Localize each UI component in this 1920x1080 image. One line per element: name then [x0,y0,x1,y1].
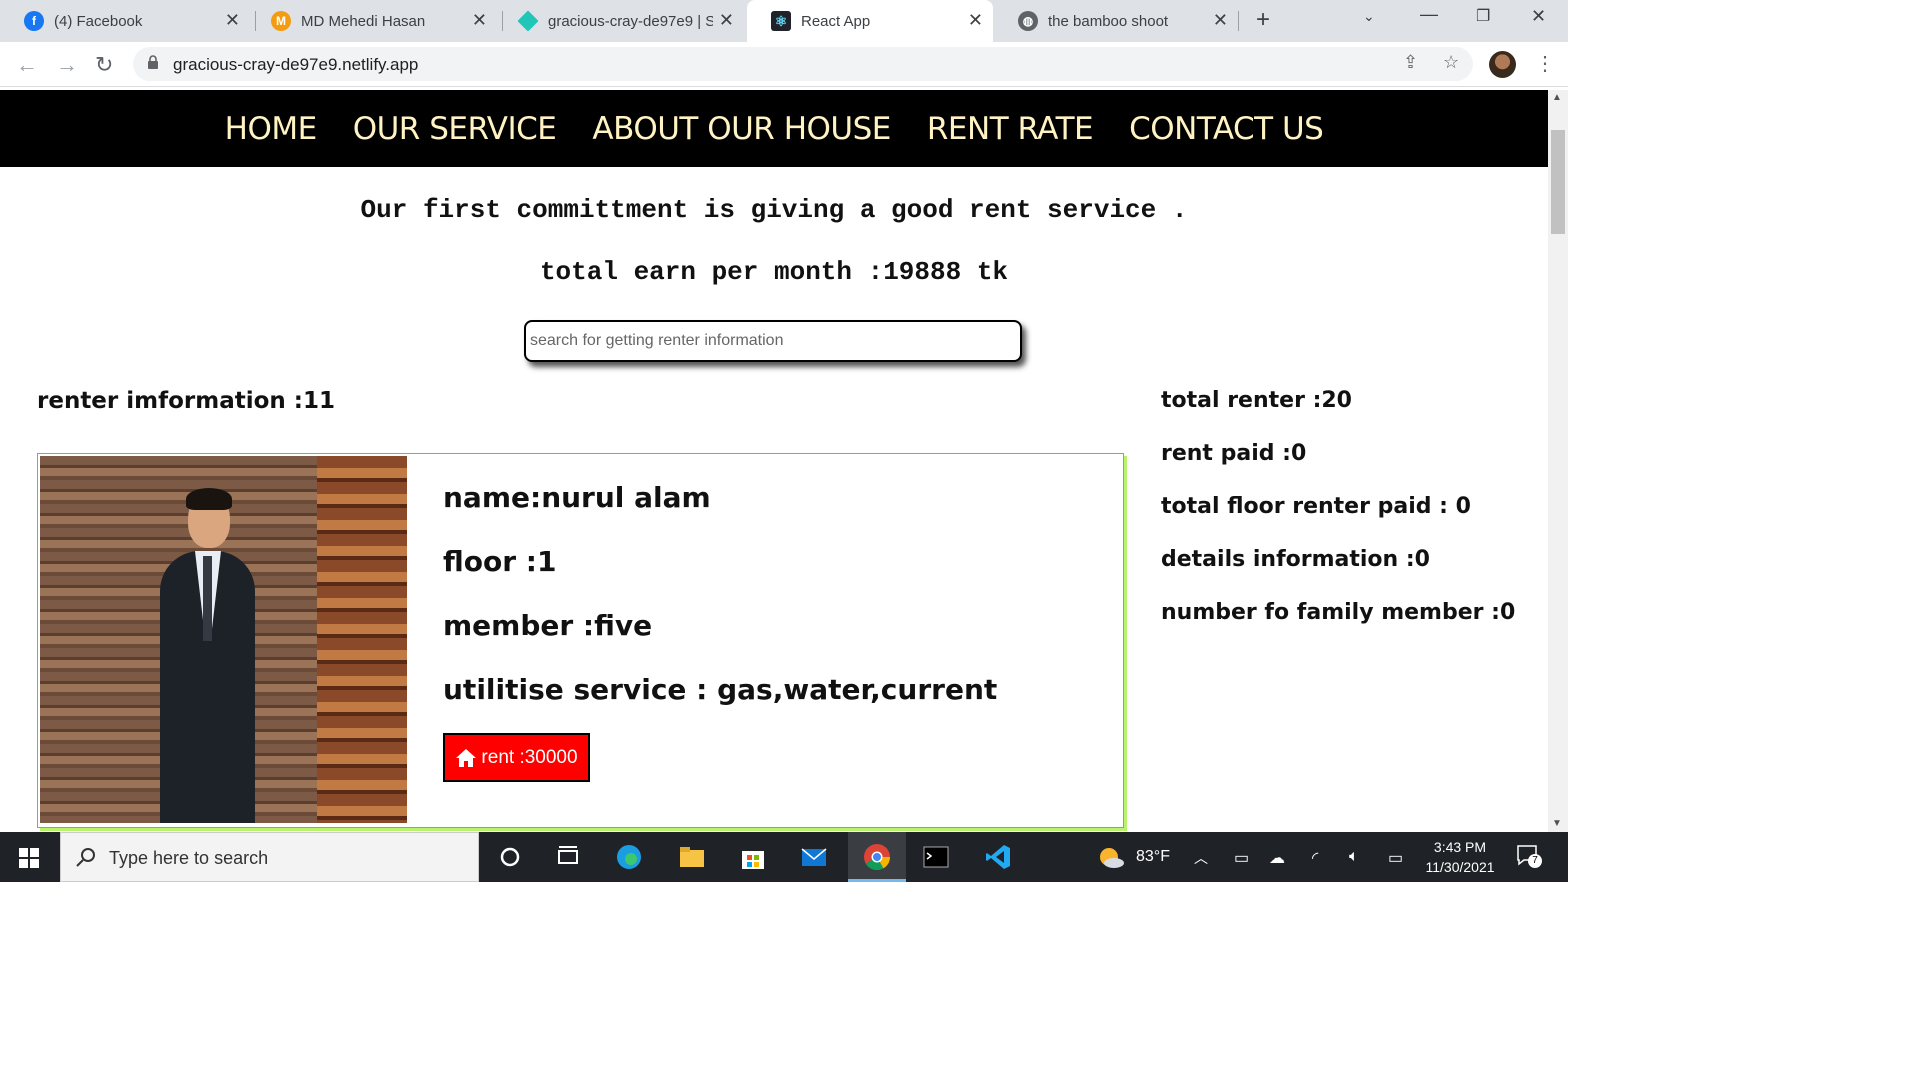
tray-overflow-icon[interactable]: ︿ [1194,848,1208,868]
edge-icon[interactable] [616,844,642,870]
address-bar[interactable]: gracious-cray-de97e9.netlify.app ⇪ ☆ [133,47,1473,81]
battery-icon[interactable]: ▭ [1388,848,1403,868]
file-explorer-icon[interactable] [679,844,705,870]
url-text: gracious-cray-de97e9.netlify.app [173,55,419,74]
tab-react-app[interactable]: ⚛ React App ✕ [747,0,993,42]
close-icon[interactable]: ✕ [1213,10,1228,31]
renter-utility: utilitise service : gas,water,current [443,673,998,706]
task-view-icon[interactable] [555,844,581,870]
cortana-icon[interactable] [497,844,523,870]
netlify-icon [517,10,539,32]
tab-title: React App [801,12,871,30]
nav-home[interactable]: HOME [225,111,318,147]
nav-rent-rate[interactable]: RENT RATE [927,111,1094,147]
total-renter: total renter :20 [1161,388,1352,413]
chrome-icon [864,844,891,871]
top-navigation: HOME OUR SERVICE ABOUT OUR HOUSE RENT RA… [0,90,1548,167]
close-icon[interactable]: ✕ [968,10,983,31]
window-close-icon[interactable]: ✕ [1531,6,1546,27]
close-icon[interactable]: ✕ [225,10,240,31]
tab-facebook[interactable]: f (4) Facebook ✕ [0,0,250,42]
nav-contact-us[interactable]: CONTACT US [1129,111,1324,147]
meet-now-icon[interactable]: ▭ [1234,848,1249,868]
tab-netlify[interactable]: gracious-cray-de97e9 | Si ✕ [494,0,744,42]
renter-name: name:nurul alam [443,481,711,514]
back-icon[interactable]: ← [16,52,38,78]
tab-mehedi[interactable]: M MD Mehedi Hasan ✕ [247,0,497,42]
summary-stats: total renter :20 rent paid :0 total floo… [1161,388,1515,653]
terminal-icon[interactable] [923,844,949,870]
wifi-icon[interactable]: ◜ [1312,848,1318,868]
temperature-text: 83°F [1136,848,1170,865]
page-scrollbar[interactable]: ▲ ▼ [1548,90,1568,832]
browser-toolbar: ← → ↻ gracious-cray-de97e9.netlify.app ⇪… [0,42,1568,87]
home-icon [456,748,477,767]
menu-icon[interactable]: ⋮ [1535,51,1555,76]
profile-avatar[interactable] [1489,51,1516,78]
share-icon[interactable]: ⇪ [1403,52,1418,73]
close-icon[interactable]: ✕ [719,10,734,31]
onedrive-icon[interactable]: ☁ [1269,848,1285,868]
rent-button-label: rent :30000 [481,746,578,768]
notification-center[interactable]: 7 [1516,844,1542,870]
windows-taskbar: Type here to search 83°F ︿ ▭ ☁ ◜ 🔈︎ ▭ 3:… [0,832,1568,882]
nav-about-our-house[interactable]: ABOUT OUR HOUSE [592,111,891,147]
renter-floor: floor :1 [443,545,557,578]
clock[interactable]: 3:43 PM 11/30/2021 [1420,837,1500,877]
renter-photo [40,456,407,823]
browser-tab-strip: f (4) Facebook ✕ M MD Mehedi Hasan ✕ gra… [0,0,1568,42]
family-member-count: number fo family member :0 [1161,600,1516,625]
tab-divider [1238,11,1239,31]
scroll-down-icon[interactable]: ▼ [1552,818,1562,829]
chrome-taskbar-active[interactable] [848,832,906,882]
page-viewport: HOME OUR SERVICE ABOUT OUR HOUSE RENT RA… [0,90,1548,832]
clock-time: 3:43 PM [1433,839,1487,855]
renter-search-input[interactable] [524,320,1022,362]
react-icon: ⚛ [771,11,791,31]
tab-title: (4) Facebook [54,12,143,30]
bookmark-star-icon[interactable]: ☆ [1443,52,1459,73]
lock-icon [148,55,158,69]
facebook-icon: f [24,11,44,31]
renter-details: name:nurul alam floor :1 member :five ut… [443,481,997,737]
forward-icon[interactable]: → [56,52,78,78]
clock-date: 11/30/2021 [1425,859,1495,875]
restore-icon[interactable]: ❐ [1476,6,1490,26]
commitment-heading: Our first committment is giving a good r… [360,195,1188,225]
rent-button[interactable]: rent :30000 [443,733,590,782]
weather-icon[interactable] [1098,846,1124,870]
tab-search-icon[interactable]: ⌄ [1363,8,1375,25]
nav-our-service[interactable]: OUR SERVICE [353,111,557,147]
windows-start-icon[interactable] [19,848,39,868]
tab-title: the bamboo shoot [1048,12,1169,30]
taskbar-search-box[interactable]: Type here to search [60,832,479,882]
vscode-icon[interactable] [985,844,1011,870]
new-tab-icon[interactable]: + [1256,6,1270,34]
monthly-earning-heading: total earn per month :19888 tk [539,257,1009,287]
tab-bamboo[interactable]: ◍ the bamboo shoot ✕ [994,0,1238,42]
close-icon[interactable]: ✕ [472,10,487,31]
details-information: details information :0 [1161,547,1430,572]
renter-information-count: renter imformation :11 [37,388,336,414]
tab-title: MD Mehedi Hasan [301,12,426,30]
m-icon: M [271,11,291,31]
volume-icon[interactable]: 🔈︎ [1349,848,1359,866]
reload-icon[interactable]: ↻ [95,52,113,78]
globe-icon: ◍ [1018,11,1038,31]
total-floor-renter-paid: total floor renter paid : 0 [1161,494,1471,519]
scrollbar-thumb[interactable] [1551,130,1565,234]
renter-card: name:nurul alam floor :1 member :five ut… [37,453,1124,828]
minimize-icon[interactable]: — [1420,4,1438,25]
renter-member: member :five [443,609,653,642]
tab-title: gracious-cray-de97e9 | Si [548,12,713,30]
rent-paid: rent paid :0 [1161,441,1307,466]
notification-badge: 7 [1528,854,1542,868]
taskbar-search-placeholder: Type here to search [109,848,269,868]
search-icon [76,848,95,867]
mail-icon[interactable] [801,844,827,870]
scroll-up-icon[interactable]: ▲ [1552,92,1562,103]
microsoft-store-icon[interactable] [740,844,766,870]
